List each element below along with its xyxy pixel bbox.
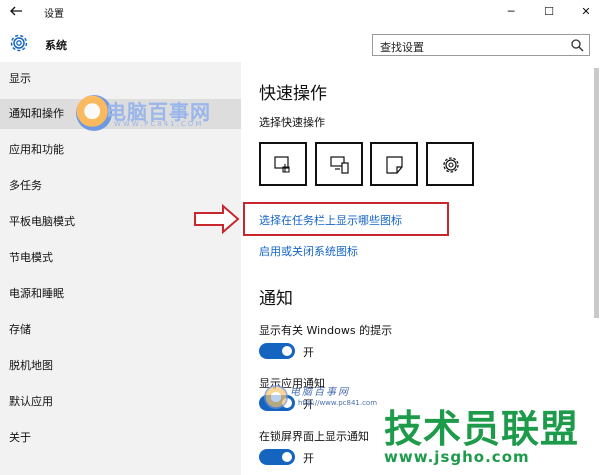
watermark-logo-icon: [264, 385, 288, 409]
minimize-button[interactable]: ─: [500, 2, 522, 22]
quick-actions-heading: 快速操作: [259, 84, 327, 104]
notifications-heading: 通知: [259, 289, 293, 309]
watermark-pc841-small: 电脑百事网 http://www.pc841.com: [262, 383, 382, 423]
settings-header: 系统 查找设置: [0, 24, 600, 62]
gear-icon: [8, 32, 30, 54]
watermark-name-small: 电脑百事网: [290, 387, 350, 398]
window-title: 设置: [44, 9, 64, 20]
search-input[interactable]: 查找设置: [372, 34, 590, 56]
sidebar-item-apps-features[interactable]: 应用和功能: [0, 135, 241, 165]
search-placeholder: 查找设置: [380, 41, 424, 54]
quick-action-tile-tablet[interactable]: [259, 142, 307, 186]
toggle-state-lockscreen-notifications: 开: [303, 452, 314, 465]
sidebar-item-default-apps[interactable]: 默认应用: [0, 387, 241, 417]
toggle-knob: [282, 346, 292, 356]
watermark-pc841: 电脑百事网 WWW.PC841.COM: [76, 95, 246, 135]
back-arrow-icon[interactable]: [8, 3, 28, 21]
note-icon: [386, 156, 403, 174]
watermark-jsgho: 技术员联盟 www.jsgho.com: [384, 398, 594, 474]
quick-action-tile-connect[interactable]: [315, 142, 363, 186]
taskbar-icons-link[interactable]: 选择在任务栏上显示哪些图标: [259, 212, 402, 228]
sidebar-item-multitasking[interactable]: 多任务: [0, 171, 241, 201]
setting-label-windows-tips: 显示有关 Windows 的提示: [259, 324, 393, 337]
annotation-arrow-icon: [194, 203, 240, 235]
watermark-url-small: http://www.pc841.com: [298, 399, 378, 407]
sidebar-item-offline-maps[interactable]: 脱机地图: [0, 351, 241, 381]
sidebar-item-storage[interactable]: 存储: [0, 315, 241, 345]
tablet-mode-icon: [274, 156, 290, 173]
toggle-windows-tips[interactable]: [259, 343, 295, 359]
quick-actions-subheading: 选择快速操作: [259, 116, 325, 129]
maximize-button[interactable]: ☐: [538, 2, 560, 22]
watermark-url: WWW.PC841.COM: [114, 120, 204, 128]
sidebar-item-about[interactable]: 关于: [0, 423, 241, 453]
connect-icon: [330, 156, 349, 174]
quick-action-tile-note[interactable]: [370, 142, 418, 186]
system-icons-link[interactable]: 启用或关闭系统图标: [259, 243, 358, 259]
section-title: 系统: [45, 39, 67, 52]
watermark-url-large: www.jsgho.com: [384, 448, 530, 466]
toggle-state-windows-tips: 开: [303, 346, 314, 359]
sidebar-item-power-sleep[interactable]: 电源和睡眠: [0, 279, 241, 309]
toggle-knob: [282, 452, 292, 462]
settings-icon: [443, 157, 459, 173]
sidebar-item-display[interactable]: 显示: [0, 64, 241, 94]
scrollbar-thumb[interactable]: [594, 68, 599, 318]
sidebar-item-battery-saver[interactable]: 节电模式: [0, 243, 241, 273]
title-bar: 设置 ─ ☐ ✕: [0, 0, 600, 24]
watermark-name-large: 技术员联盟: [384, 407, 580, 451]
quick-action-tile-settings[interactable]: [426, 142, 474, 186]
toggle-lockscreen-notifications[interactable]: [259, 449, 295, 465]
search-icon[interactable]: [570, 38, 584, 52]
setting-label-lockscreen-notifications: 在锁屏界面上显示通知: [259, 430, 369, 443]
close-button[interactable]: ✕: [575, 2, 597, 22]
